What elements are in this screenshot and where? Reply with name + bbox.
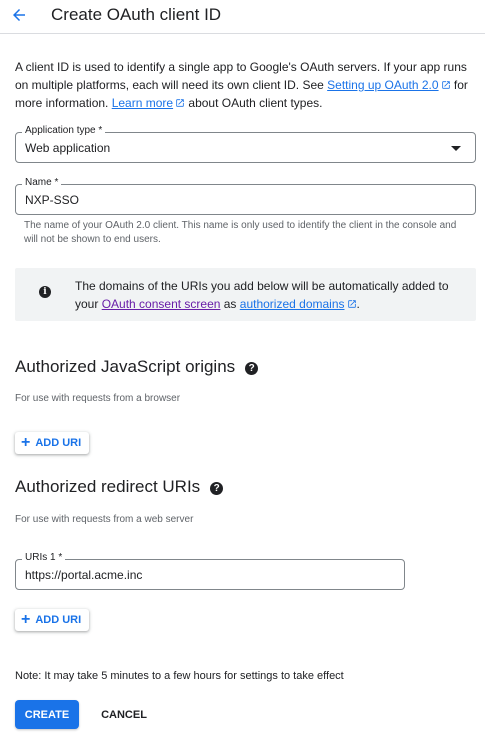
- open-in-new-icon: [441, 81, 450, 89]
- open-in-new-icon: [176, 99, 184, 107]
- redirect-uris-title: Authorized redirect URIs?: [15, 477, 224, 497]
- js-origins-title: Authorized JavaScript origins?: [15, 357, 259, 377]
- application-type-label: Application type *: [22, 125, 106, 137]
- create-button[interactable]: CREATE: [15, 700, 79, 729]
- intro-text: A client ID is used to identify a single…: [15, 60, 468, 110]
- add-redirect-uri-button[interactable]: + ADD URI: [15, 609, 90, 631]
- redirect-uri-1-input[interactable]: URIs 1 * https://portal.acme.inc: [15, 552, 405, 590]
- plus-icon: +: [21, 434, 31, 451]
- name-helper-text: The name of your OAuth 2.0 client. This …: [24, 220, 457, 245]
- settings-note: Note: It may take 5 minutes to a few hou…: [15, 670, 344, 682]
- application-type-value: Web application: [25, 141, 111, 155]
- setting-up-oauth-link[interactable]: Setting up OAuth 2.0: [327, 78, 450, 92]
- dropdown-arrow-icon: [451, 146, 461, 151]
- open-in-new-icon: [347, 300, 356, 308]
- page-title: Create OAuth client ID: [51, 5, 222, 24]
- name-value: NXP-SSO: [25, 193, 80, 207]
- name-label: Name *: [22, 177, 62, 189]
- arrow-back-icon: [13, 9, 25, 21]
- learn-more-link[interactable]: Learn more: [112, 96, 185, 110]
- help-icon[interactable]: ?: [210, 482, 224, 495]
- redirect-uri-1-value: https://portal.acme.inc: [25, 568, 143, 582]
- name-field[interactable]: Name * NXP-SSO: [15, 177, 476, 215]
- plus-icon: +: [21, 611, 31, 628]
- authorized-domains-link[interactable]: authorized domains: [240, 297, 357, 311]
- cancel-button[interactable]: CANCEL: [92, 700, 156, 729]
- back-button[interactable]: [6, 2, 32, 28]
- info-icon: i: [39, 286, 51, 298]
- oauth-consent-screen-link[interactable]: OAuth consent screen: [102, 297, 221, 311]
- info-text: The domains of the URIs you add below wi…: [75, 279, 449, 311]
- application-type-select[interactable]: Application type * Web application: [15, 125, 476, 163]
- js-origins-subtitle: For use with requests from a browser: [15, 393, 181, 404]
- page-header: Create OAuth client ID: [0, 0, 485, 34]
- info-banner: i The domains of the URIs you add below …: [15, 268, 476, 321]
- add-js-origin-button[interactable]: + ADD URI: [15, 432, 90, 454]
- redirect-uris-subtitle: For use with requests from a web server: [15, 514, 194, 525]
- redirect-uri-1-label: URIs 1 *: [22, 552, 66, 564]
- help-icon[interactable]: ?: [245, 362, 259, 375]
